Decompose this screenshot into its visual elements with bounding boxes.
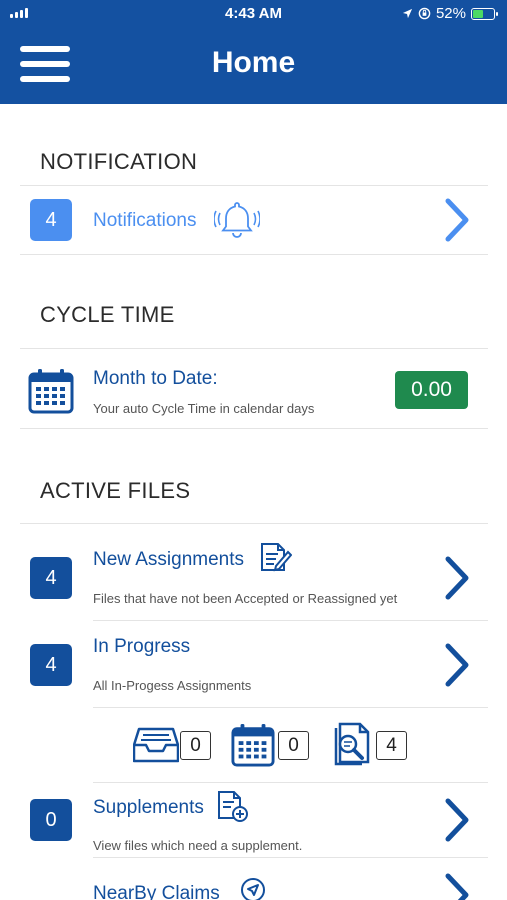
- divider: [93, 707, 488, 708]
- new-assignments-chevron-icon[interactable]: [444, 555, 470, 601]
- in-progress-chevron-icon[interactable]: [444, 642, 470, 688]
- page-title: Home: [211, 46, 296, 79]
- calendar-icon[interactable]: [230, 723, 276, 767]
- in-progress-subtitle: All In-Progess Assignments: [93, 678, 252, 693]
- cycle-time-section-title: CYCLE TIME: [40, 302, 175, 327]
- in-progress-row[interactable]: [20, 621, 488, 707]
- inbox-count: 0: [180, 731, 211, 760]
- inbox-icon[interactable]: [133, 725, 179, 765]
- new-assignments-subtitle: Files that have not been Accepted or Rea…: [93, 591, 398, 606]
- cycle-time-value: 0.00: [395, 371, 468, 409]
- bell-icon: [214, 202, 260, 238]
- notifications-label: Notifications: [93, 210, 197, 231]
- document-search-count: 4: [376, 731, 407, 760]
- supplements-count-badge: 0: [30, 799, 72, 841]
- cycle-time-title: Month to Date:: [93, 368, 218, 389]
- supplements-title: Supplements: [93, 797, 204, 818]
- nearby-claims-chevron-icon[interactable]: [444, 872, 470, 900]
- document-search-icon[interactable]: [328, 722, 374, 768]
- battery-percent: 52%: [435, 5, 466, 22]
- orientation-lock-icon: [418, 7, 431, 20]
- calendar-count: 0: [278, 731, 309, 760]
- supplements-chevron-icon[interactable]: [444, 797, 470, 843]
- in-progress-count-badge: 4: [30, 644, 72, 686]
- cycle-time-subtitle: Your auto Cycle Time in calendar days: [93, 401, 315, 416]
- divider: [20, 428, 488, 429]
- document-edit-icon: [261, 543, 292, 572]
- divider: [20, 254, 488, 255]
- status-bar: 4:43 AM 52%: [0, 0, 507, 28]
- location-icon: [402, 8, 413, 19]
- new-assignments-title: New Assignments: [93, 549, 245, 570]
- nearby-claims-title: NearBy Claims: [93, 883, 220, 900]
- supplements-subtitle: View files which need a supplement.: [93, 838, 303, 853]
- status-right: 52%: [402, 5, 498, 22]
- notification-section-title: NOTIFICATION: [40, 149, 198, 174]
- calendar-icon: [28, 369, 74, 414]
- notifications-count-badge: 4: [30, 199, 72, 241]
- divider: [20, 348, 488, 349]
- battery-charging-icon: [471, 7, 498, 20]
- document-add-icon: [218, 791, 248, 822]
- active-files-section-title: ACTIVE FILES: [40, 478, 191, 503]
- app-header: 4:43 AM 52% Home: [0, 0, 507, 104]
- notifications-chevron-icon[interactable]: [444, 197, 470, 243]
- new-assignments-count-badge: 4: [30, 557, 72, 599]
- in-progress-title: In Progress: [93, 636, 191, 657]
- battery-level: [473, 9, 483, 18]
- navigation-icon: [241, 878, 265, 900]
